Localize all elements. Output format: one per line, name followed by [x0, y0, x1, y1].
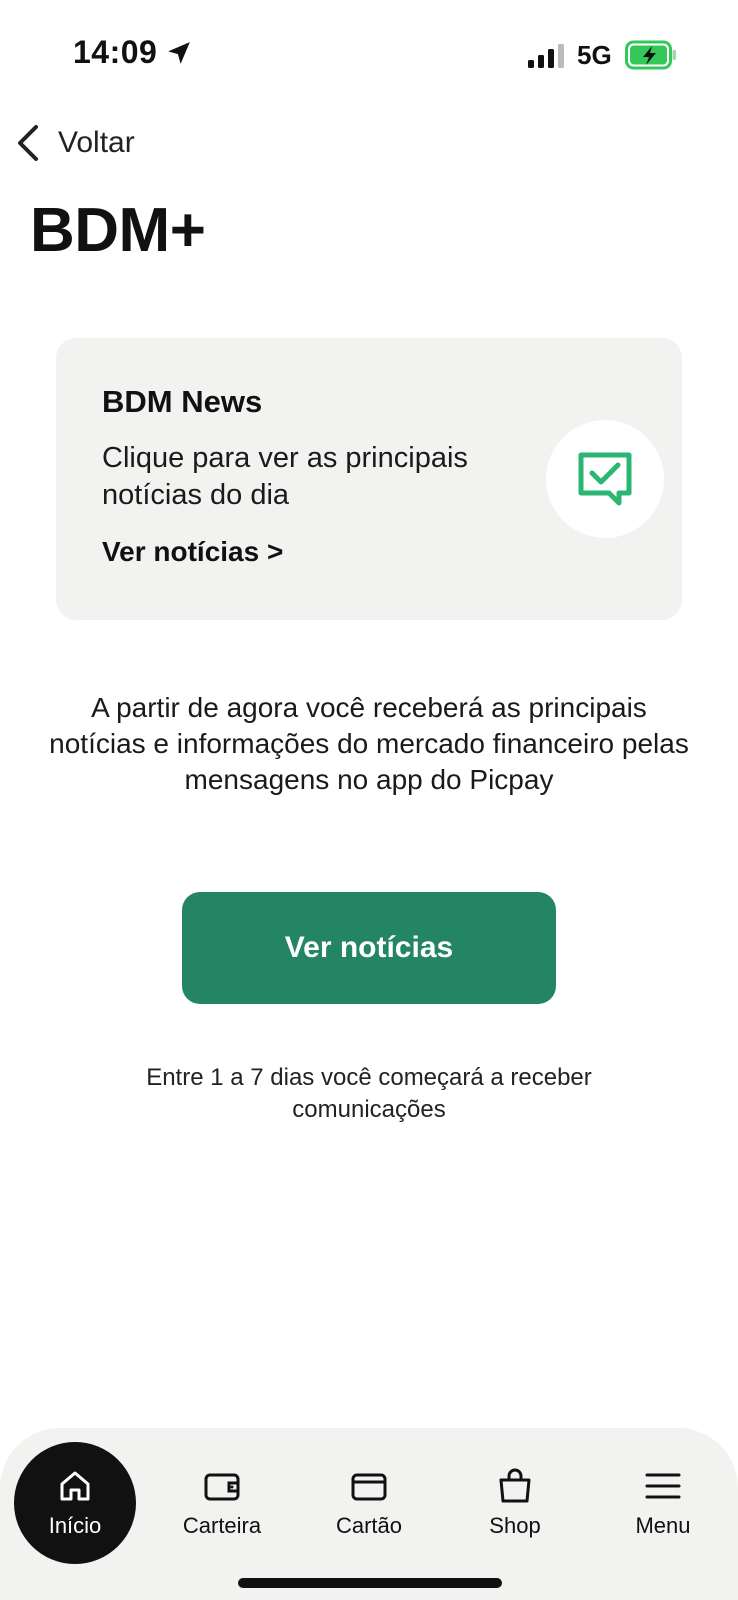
nav-label: Início — [48, 1513, 102, 1538]
message-check-icon — [578, 452, 632, 506]
home-indicator — [238, 1578, 502, 1588]
card-icon-circle — [546, 420, 664, 538]
card-icon — [351, 1473, 387, 1501]
bdm-news-card[interactable]: BDM News Clique para ver as principais n… — [56, 338, 682, 620]
nav-item-inicio[interactable]: Início — [14, 1442, 136, 1564]
nav-item-carteira[interactable]: Carteira — [157, 1438, 287, 1568]
status-time: 14:09 — [73, 34, 158, 70]
menu-icon — [645, 1473, 681, 1499]
nav-item-shop[interactable]: Shop — [450, 1438, 580, 1568]
nav-item-cartao[interactable]: Cartão — [304, 1438, 434, 1568]
shopping-bag-icon — [499, 1468, 531, 1503]
card-link[interactable]: Ver notícias > — [102, 536, 283, 568]
nav-label: Menu — [635, 1513, 691, 1538]
ver-noticias-button[interactable]: Ver notícias — [182, 892, 556, 1004]
home-icon — [60, 1471, 90, 1501]
card-title: BDM News — [102, 384, 263, 419]
location-arrow-icon — [168, 42, 190, 64]
delivery-note: Entre 1 a 7 dias você começará a receber… — [146, 1064, 592, 1123]
wallet-icon — [204, 1473, 240, 1501]
info-text: A partir de agora você receberá as princ… — [49, 692, 689, 795]
status-bar: 14:09 5G — [0, 0, 738, 110]
network-type: 5G — [577, 40, 612, 70]
nav-label: Shop — [489, 1513, 541, 1538]
nav-label: Carteira — [182, 1513, 262, 1538]
chevron-left-icon — [18, 125, 38, 161]
bottom-nav: Início Carteira Cartão Shop Menu — [0, 1428, 738, 1600]
nav-label: Cartão — [335, 1513, 403, 1538]
nav-item-menu[interactable]: Menu — [598, 1438, 728, 1568]
back-label: Voltar — [58, 126, 135, 159]
signal-icon — [528, 44, 564, 68]
page-title: BDM+ — [30, 196, 206, 265]
back-button[interactable]: Voltar — [14, 120, 135, 166]
screen: 14:09 5G Voltar BDM+ BDM News Clique par… — [0, 0, 738, 1600]
card-description: Clique para ver as principais notícias d… — [102, 442, 468, 511]
battery-charging-icon — [625, 40, 676, 70]
